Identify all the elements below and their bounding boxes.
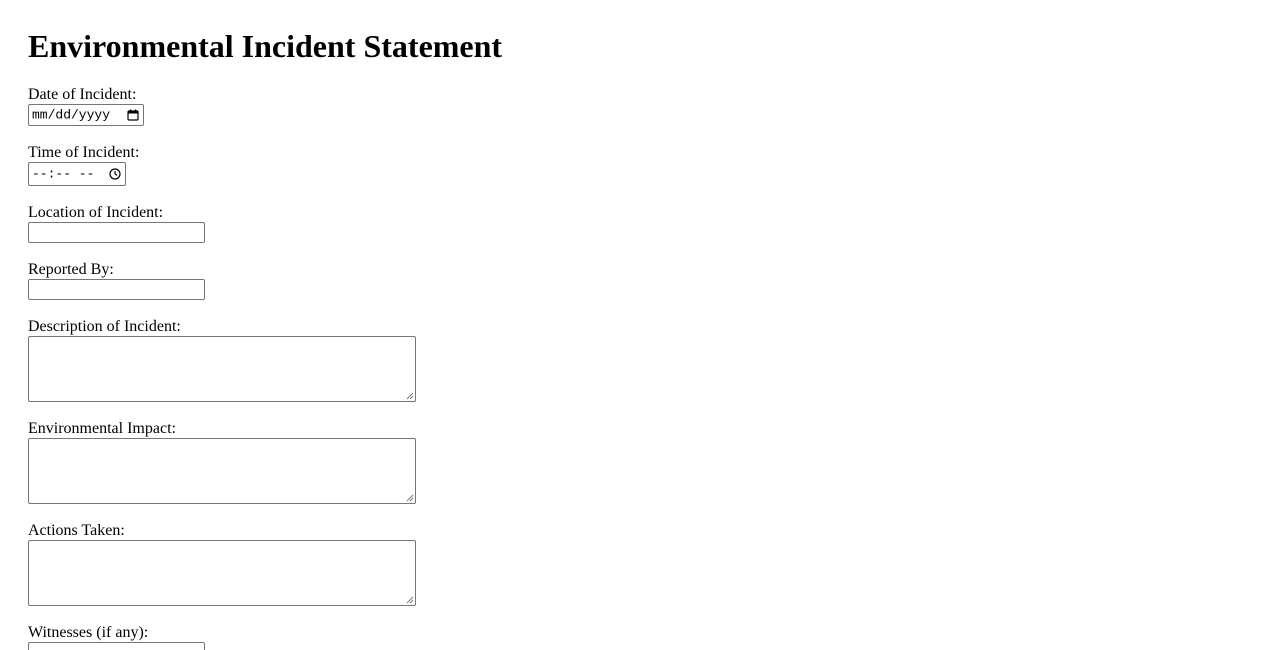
page-title: Environmental Incident Statement xyxy=(28,28,503,64)
resize-grip-icon[interactable] xyxy=(406,596,414,604)
environmental-impact-label: Environmental Impact: xyxy=(28,420,176,437)
description-label: Description of Incident: xyxy=(28,318,181,335)
description-textarea[interactable] xyxy=(28,336,416,402)
resize-grip-icon[interactable] xyxy=(406,392,414,400)
location-input[interactable] xyxy=(28,222,205,243)
environmental-impact-textarea[interactable] xyxy=(28,438,416,504)
actions-taken-label: Actions Taken: xyxy=(28,522,125,539)
reported-by-label: Reported By: xyxy=(28,261,114,278)
time-placeholder: --:-- -- xyxy=(32,166,95,182)
incident-statement-page: Environmental Incident Statement Date of… xyxy=(0,0,1278,650)
date-placeholder: mm/dd/yyyy xyxy=(32,107,111,123)
resize-grip-icon[interactable] xyxy=(406,494,414,502)
witnesses-input[interactable] xyxy=(28,642,205,650)
reported-by-input[interactable] xyxy=(28,279,205,300)
date-of-incident-input[interactable]: mm/dd/yyyy xyxy=(28,104,144,126)
actions-taken-textarea[interactable] xyxy=(28,540,416,606)
calendar-icon[interactable] xyxy=(127,109,139,121)
date-label: Date of Incident: xyxy=(28,86,137,103)
location-label: Location of Incident: xyxy=(28,204,164,221)
witnesses-label: Witnesses (if any): xyxy=(28,624,149,641)
time-of-incident-input[interactable]: --:-- -- xyxy=(28,162,126,186)
clock-icon[interactable] xyxy=(109,168,121,180)
time-label: Time of Incident: xyxy=(28,144,140,161)
